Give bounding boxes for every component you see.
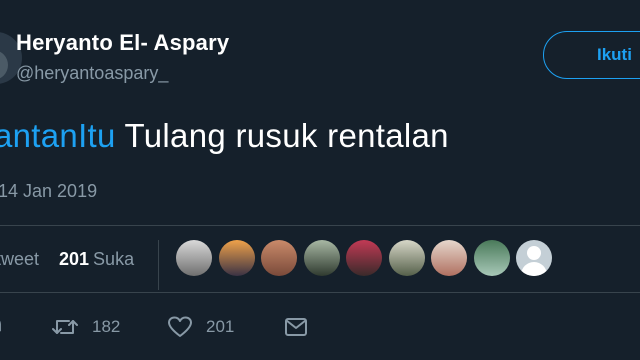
retweet-icon [52, 317, 78, 337]
retweet-action[interactable]: 182 [52, 314, 120, 340]
liker-avatar-7[interactable] [431, 240, 467, 276]
liker-avatar-1[interactable] [176, 240, 212, 276]
liker-avatar-2[interactable] [218, 240, 255, 276]
liker-avatar-8[interactable] [473, 240, 510, 276]
tweet-timestamp[interactable]: 14 Jan 2019 [0, 181, 97, 202]
reply-icon[interactable] [0, 318, 4, 337]
tweet-body-text: Tulang rusuk rentalan [115, 117, 449, 154]
liker-avatar-default[interactable] [516, 240, 552, 276]
tweet-detail-view: Heryanto El- Aspary @heryantoaspary_ Iku… [0, 0, 640, 360]
likes-stat[interactable]: 201 Suka [59, 249, 134, 270]
follow-button-label: Ikuti [597, 45, 632, 64]
direct-message-action[interactable] [285, 314, 307, 340]
liker-avatar-3[interactable] [261, 240, 297, 276]
likes-stat-count: 201 [59, 249, 90, 269]
liker-avatar-4[interactable] [303, 240, 340, 276]
likes-stat-label: Suka [93, 249, 135, 269]
default-person-icon [527, 246, 541, 260]
author-handle[interactable]: @heryantoaspary_ [16, 63, 168, 84]
like-count: 201 [206, 317, 235, 336]
envelope-icon [285, 318, 307, 336]
tweet-text: antanItu Tulang rusuk rentalan [0, 117, 449, 155]
retweet-stat-label[interactable]: tweet [0, 249, 39, 270]
retweet-count: 182 [92, 317, 121, 336]
author-display-name[interactable]: Heryanto El- Aspary [16, 30, 229, 56]
divider-bottom [0, 292, 640, 293]
engagement-stats: tweet 201 Suka [0, 226, 640, 292]
liker-avatar-6[interactable] [388, 240, 425, 276]
tweet-hashtag-link[interactable]: antanItu [0, 117, 116, 154]
follow-button[interactable]: Ikuti [543, 31, 640, 79]
stats-separator [158, 240, 159, 290]
like-action[interactable]: 201 [168, 314, 234, 340]
liker-avatar-5[interactable] [346, 240, 382, 276]
heart-icon [168, 316, 192, 338]
tweet-actions: 182 201 [0, 300, 640, 360]
